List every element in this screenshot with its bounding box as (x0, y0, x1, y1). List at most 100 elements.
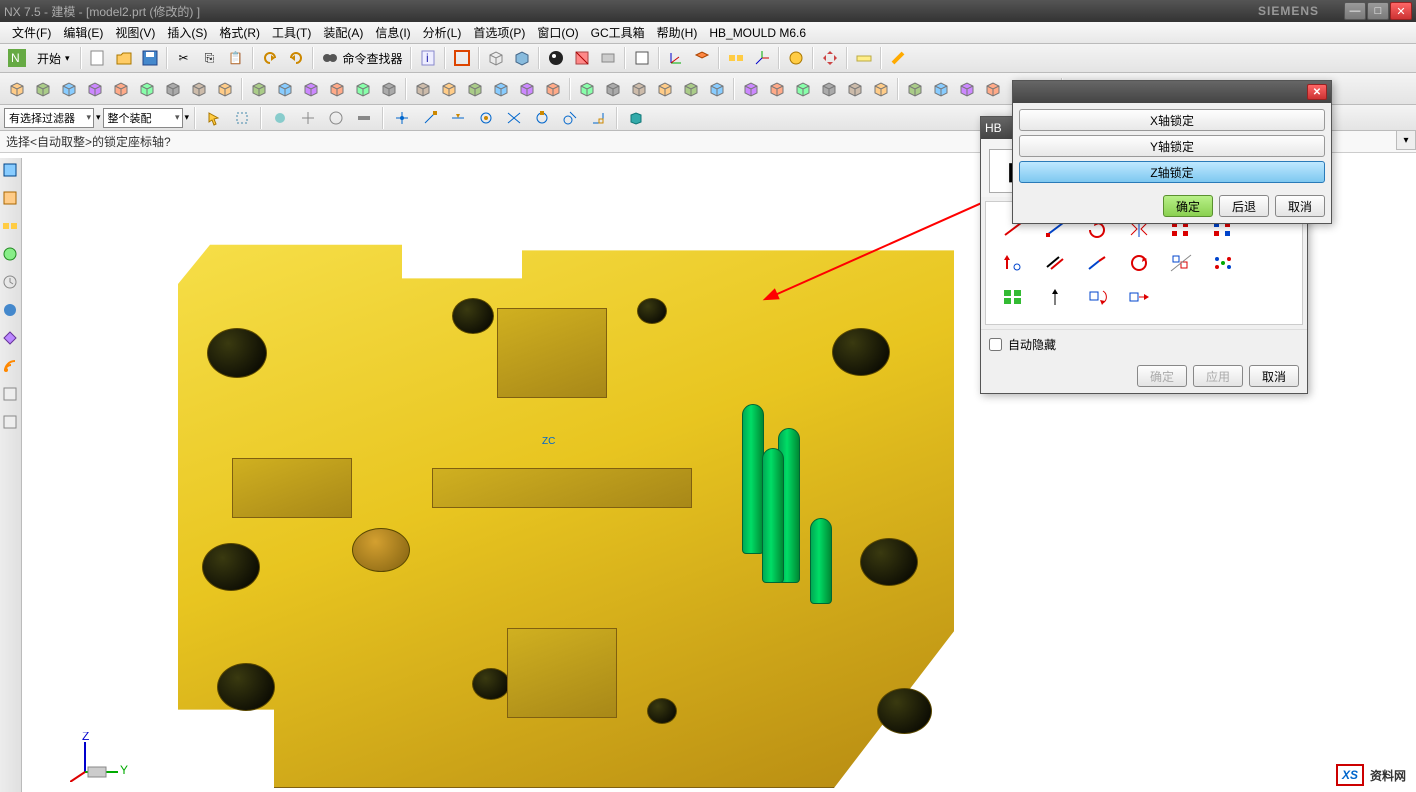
assembly-icon[interactable] (724, 46, 748, 70)
pocket-feature[interactable] (497, 308, 607, 398)
paste-icon[interactable]: 📋 (224, 46, 248, 70)
hole-feature[interactable] (832, 328, 890, 376)
view-triad[interactable]: Z Y (70, 732, 130, 782)
tool-extend-icon[interactable] (1082, 250, 1112, 276)
toolbar2-item-14-icon[interactable] (377, 77, 401, 101)
axis-dialog-close-icon[interactable]: ✕ (1307, 84, 1327, 100)
hole-feature[interactable] (207, 328, 267, 378)
panel-ok-button[interactable]: 确定 (1137, 365, 1187, 387)
open-icon[interactable] (112, 46, 136, 70)
tool-grid-green-icon[interactable] (998, 284, 1028, 310)
toolbar2-item-35-icon[interactable] (955, 77, 979, 101)
z-axis-lock-option[interactable]: Z轴锁定 (1019, 161, 1325, 183)
ejector-pin[interactable] (810, 518, 832, 604)
move-icon[interactable] (818, 46, 842, 70)
redo-icon[interactable] (284, 46, 308, 70)
reuse-icon[interactable] (2, 246, 20, 264)
assembly-nav-icon[interactable] (2, 218, 20, 236)
toolbar2-item-19-icon[interactable] (515, 77, 539, 101)
sel-tool-6-icon[interactable] (352, 106, 376, 130)
toolbar2-item-22-icon[interactable] (601, 77, 625, 101)
hole-feature[interactable] (877, 688, 932, 734)
orient-icon[interactable] (690, 46, 714, 70)
highlight-icon[interactable] (886, 46, 910, 70)
toolbar2-item-23-icon[interactable] (627, 77, 651, 101)
hole-feature[interactable] (860, 538, 918, 586)
window-minimize-button[interactable]: — (1344, 2, 1366, 20)
toolbar2-item-34-icon[interactable] (929, 77, 953, 101)
selection-filter-combo[interactable]: 有选择过滤器 (4, 108, 94, 128)
toolbar2-item-16-icon[interactable] (437, 77, 461, 101)
sel-tool-4-icon[interactable] (296, 106, 320, 130)
toolbar2-item-6-icon[interactable] (161, 77, 185, 101)
menu-help[interactable]: 帮助(H) (651, 22, 704, 43)
snap-perp-icon[interactable] (586, 106, 610, 130)
toolbar2-item-24-icon[interactable] (653, 77, 677, 101)
toolbar2-item-7-icon[interactable] (187, 77, 211, 101)
toolbar2-item-8-icon[interactable] (213, 77, 237, 101)
tool-rect-move-icon[interactable] (1124, 284, 1154, 310)
render-icon[interactable] (544, 46, 568, 70)
toolbar2-item-32-icon[interactable] (869, 77, 893, 101)
menu-gc-toolbox[interactable]: GC工具箱 (585, 22, 651, 43)
history-icon[interactable] (2, 274, 20, 292)
axis-lock-dialog[interactable]: ✕ X轴锁定 Y轴锁定 Z轴锁定 确定 后退 取消 (1012, 80, 1332, 224)
tool-rect-rotate-icon[interactable] (1082, 284, 1112, 310)
toolbar2-item-30-icon[interactable] (817, 77, 841, 101)
toolbar2-item-27-icon[interactable] (739, 77, 763, 101)
rss-icon[interactable] (2, 358, 20, 376)
tool-arrow-up-icon[interactable] (998, 250, 1028, 276)
snap-end-icon[interactable] (418, 106, 442, 130)
toolbar2-item-31-icon[interactable] (843, 77, 867, 101)
measure-icon[interactable] (784, 46, 808, 70)
menu-info[interactable]: 信息(I) (369, 22, 416, 43)
pocket-feature[interactable] (232, 458, 352, 518)
toolbar2-item-15-icon[interactable] (411, 77, 435, 101)
snap-mid-icon[interactable] (446, 106, 470, 130)
sel-tool-2-icon[interactable] (230, 106, 254, 130)
tool-extra2-icon[interactable] (2, 414, 20, 432)
tool-up-arrow-icon[interactable] (1040, 284, 1070, 310)
panel-cancel-button[interactable]: 取消 (1249, 365, 1299, 387)
toolbar2-item-1-icon[interactable] (31, 77, 55, 101)
hole-feature[interactable] (217, 663, 275, 711)
menu-hb-mould[interactable]: HB_MOULD M6.6 (703, 24, 812, 42)
toolbar2-item-21-icon[interactable] (575, 77, 599, 101)
part-nav-icon[interactable] (2, 190, 20, 208)
right-expand-icon[interactable]: ▾ (1396, 130, 1416, 150)
toolbar2-item-10-icon[interactable] (273, 77, 297, 101)
y-axis-lock-option[interactable]: Y轴锁定 (1019, 135, 1325, 157)
window-maximize-button[interactable]: □ (1367, 2, 1389, 20)
view-fit-icon[interactable] (450, 46, 474, 70)
toolbar2-item-11-icon[interactable] (299, 77, 323, 101)
toolbar2-item-5-icon[interactable] (135, 77, 159, 101)
menu-file[interactable]: 文件(F) (6, 22, 57, 43)
ejector-pin[interactable] (762, 448, 784, 583)
auto-hide-checkbox[interactable] (989, 338, 1002, 351)
info-tool-icon[interactable]: i (416, 46, 440, 70)
axis-dialog-title-bar[interactable]: ✕ (1013, 81, 1331, 103)
tool-circle-arrow-icon[interactable] (1124, 250, 1154, 276)
toolbar2-item-4-icon[interactable] (109, 77, 133, 101)
toolbar2-item-3-icon[interactable] (83, 77, 107, 101)
section-icon[interactable] (570, 46, 594, 70)
toolbar2-item-28-icon[interactable] (765, 77, 789, 101)
toolbar2-item-12-icon[interactable] (325, 77, 349, 101)
tool-parallel-icon[interactable] (1040, 250, 1070, 276)
menu-edit[interactable]: 编辑(E) (57, 22, 109, 43)
ejector-pin[interactable] (742, 404, 764, 554)
menu-preferences[interactable]: 首选项(P) (467, 22, 531, 43)
menu-format[interactable]: 格式(R) (213, 22, 266, 43)
hole-feature[interactable] (452, 298, 494, 334)
toolbar2-item-18-icon[interactable] (489, 77, 513, 101)
snap-center-icon[interactable] (474, 106, 498, 130)
selection-scope-combo[interactable]: 整个装配 (103, 108, 183, 128)
navigator-icon[interactable] (2, 162, 20, 180)
pocket-feature[interactable] (432, 468, 692, 508)
toolbar2-item-9-icon[interactable] (247, 77, 271, 101)
tool-extra1-icon[interactable] (2, 386, 20, 404)
toolbar2-item-2-icon[interactable] (57, 77, 81, 101)
new-icon[interactable] (86, 46, 110, 70)
tool-dots-icon[interactable] (1208, 250, 1238, 276)
snap-quad-icon[interactable] (530, 106, 554, 130)
